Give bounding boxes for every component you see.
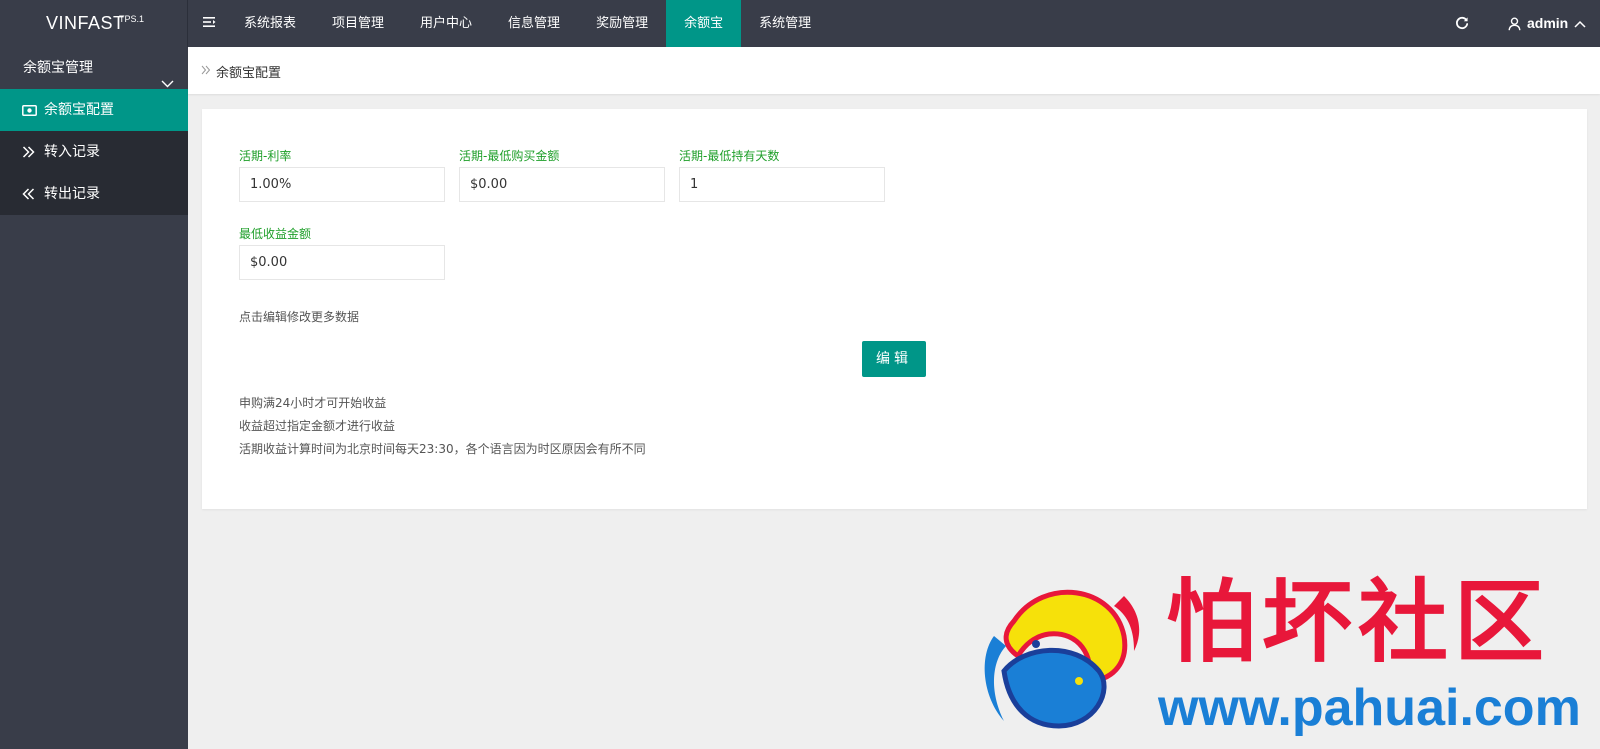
note-item: 申购满24小时才可开始收益 xyxy=(239,396,387,410)
sidebar-item-yuebao-config[interactable]: 余额宝配置 xyxy=(0,89,188,131)
refresh-icon[interactable] xyxy=(1454,15,1472,33)
field-min-income: 最低收益金额 $0.00 xyxy=(239,225,445,280)
money-icon xyxy=(22,104,38,116)
topnav-user-center[interactable]: 用户中心 xyxy=(402,0,490,47)
double-chevron-right-icon xyxy=(201,64,211,79)
breadcrumb: 余额宝配置 xyxy=(188,47,1600,94)
field-label: 活期-最低购买金额 xyxy=(459,149,560,163)
topnav-system-report[interactable]: 系统报表 xyxy=(226,0,314,47)
sidebar-group-yuebao-management[interactable]: 余额宝管理 xyxy=(0,47,188,89)
field-label: 活期-利率 xyxy=(239,149,292,163)
config-card: 活期-利率 1.00% 活期-最低购买金额 $0.00 活期-最低持有天数 1 … xyxy=(202,109,1587,509)
field-demand-min-hold-days: 活期-最低持有天数 1 xyxy=(679,147,885,202)
chevron-down-icon xyxy=(161,63,174,105)
user-name: admin xyxy=(1527,15,1569,31)
topnav-system-management[interactable]: 系统管理 xyxy=(741,0,829,47)
field-demand-rate: 活期-利率 1.00% xyxy=(239,147,445,202)
sidebar-item-label: 转入记录 xyxy=(44,144,100,160)
watermark-title: 怕坏社区 xyxy=(1166,569,1550,675)
demand-rate-input[interactable]: 1.00% xyxy=(239,167,445,202)
sidebar-item-transfer-in-records[interactable]: 转入记录 xyxy=(0,131,188,173)
double-chevron-right-icon xyxy=(22,146,38,158)
breadcrumb-current: 余额宝配置 xyxy=(216,66,282,81)
note-item: 收益超过指定金额才进行收益 xyxy=(239,419,396,433)
fish-logo-icon xyxy=(974,576,1154,749)
sidebar-item-label: 余额宝配置 xyxy=(44,102,114,118)
app-logo[interactable]: VINFAST TPS.1 xyxy=(0,0,188,47)
field-label: 活期-最低持有天数 xyxy=(679,149,780,163)
sidebar-group-label: 余额宝管理 xyxy=(23,60,93,76)
sidebar-submenu: 余额宝配置 转入记录 转出记录 xyxy=(0,89,188,215)
top-nav: 系统报表 项目管理 用户中心 信息管理 奖励管理 余额宝 系统管理 xyxy=(226,0,829,47)
sidebar-item-label: 转出记录 xyxy=(44,186,100,202)
topnav-project-management[interactable]: 项目管理 xyxy=(314,0,402,47)
demand-min-purchase-input[interactable]: $0.00 xyxy=(459,167,665,202)
menu-toggle-icon[interactable] xyxy=(201,14,227,34)
logo-version: TPS.1 xyxy=(119,14,145,24)
watermark-url: www.pahuai.com xyxy=(1158,679,1581,737)
edit-button[interactable]: 编辑 xyxy=(862,341,926,377)
double-chevron-left-icon xyxy=(22,188,38,200)
top-header: VINFAST TPS.1 系统报表 项目管理 用户中心 信息管理 奖励管理 余… xyxy=(0,0,1600,47)
field-label: 最低收益金额 xyxy=(239,227,312,241)
topnav-yuebao[interactable]: 余额宝 xyxy=(666,0,742,47)
sidebar-item-transfer-out-records[interactable]: 转出记录 xyxy=(0,173,188,215)
logo-text: VINFAST xyxy=(46,13,125,33)
field-demand-min-purchase: 活期-最低购买金额 $0.00 xyxy=(459,147,665,202)
demand-min-hold-days-input[interactable]: 1 xyxy=(679,167,885,202)
sidebar: 余额宝管理 余额宝配置 转入记录 转出记录 xyxy=(0,47,188,749)
min-income-input[interactable]: $0.00 xyxy=(239,245,445,280)
notes: 申购满24小时才可开始收益 收益超过指定金额才进行收益 活期收益计算时间为北京时… xyxy=(239,392,646,461)
chevron-up-icon xyxy=(1574,20,1586,28)
user-icon xyxy=(1508,16,1521,31)
topnav-info-management[interactable]: 信息管理 xyxy=(490,0,578,47)
watermark: 怕坏社区 www.pahuai.com xyxy=(974,572,1594,747)
note-item: 活期收益计算时间为北京时间每天23:30，各个语言因为时区原因会有所不同 xyxy=(239,442,646,456)
topnav-reward-management[interactable]: 奖励管理 xyxy=(578,0,666,47)
user-menu[interactable]: admin xyxy=(1508,0,1586,47)
edit-hint: 点击编辑修改更多数据 xyxy=(239,310,360,324)
